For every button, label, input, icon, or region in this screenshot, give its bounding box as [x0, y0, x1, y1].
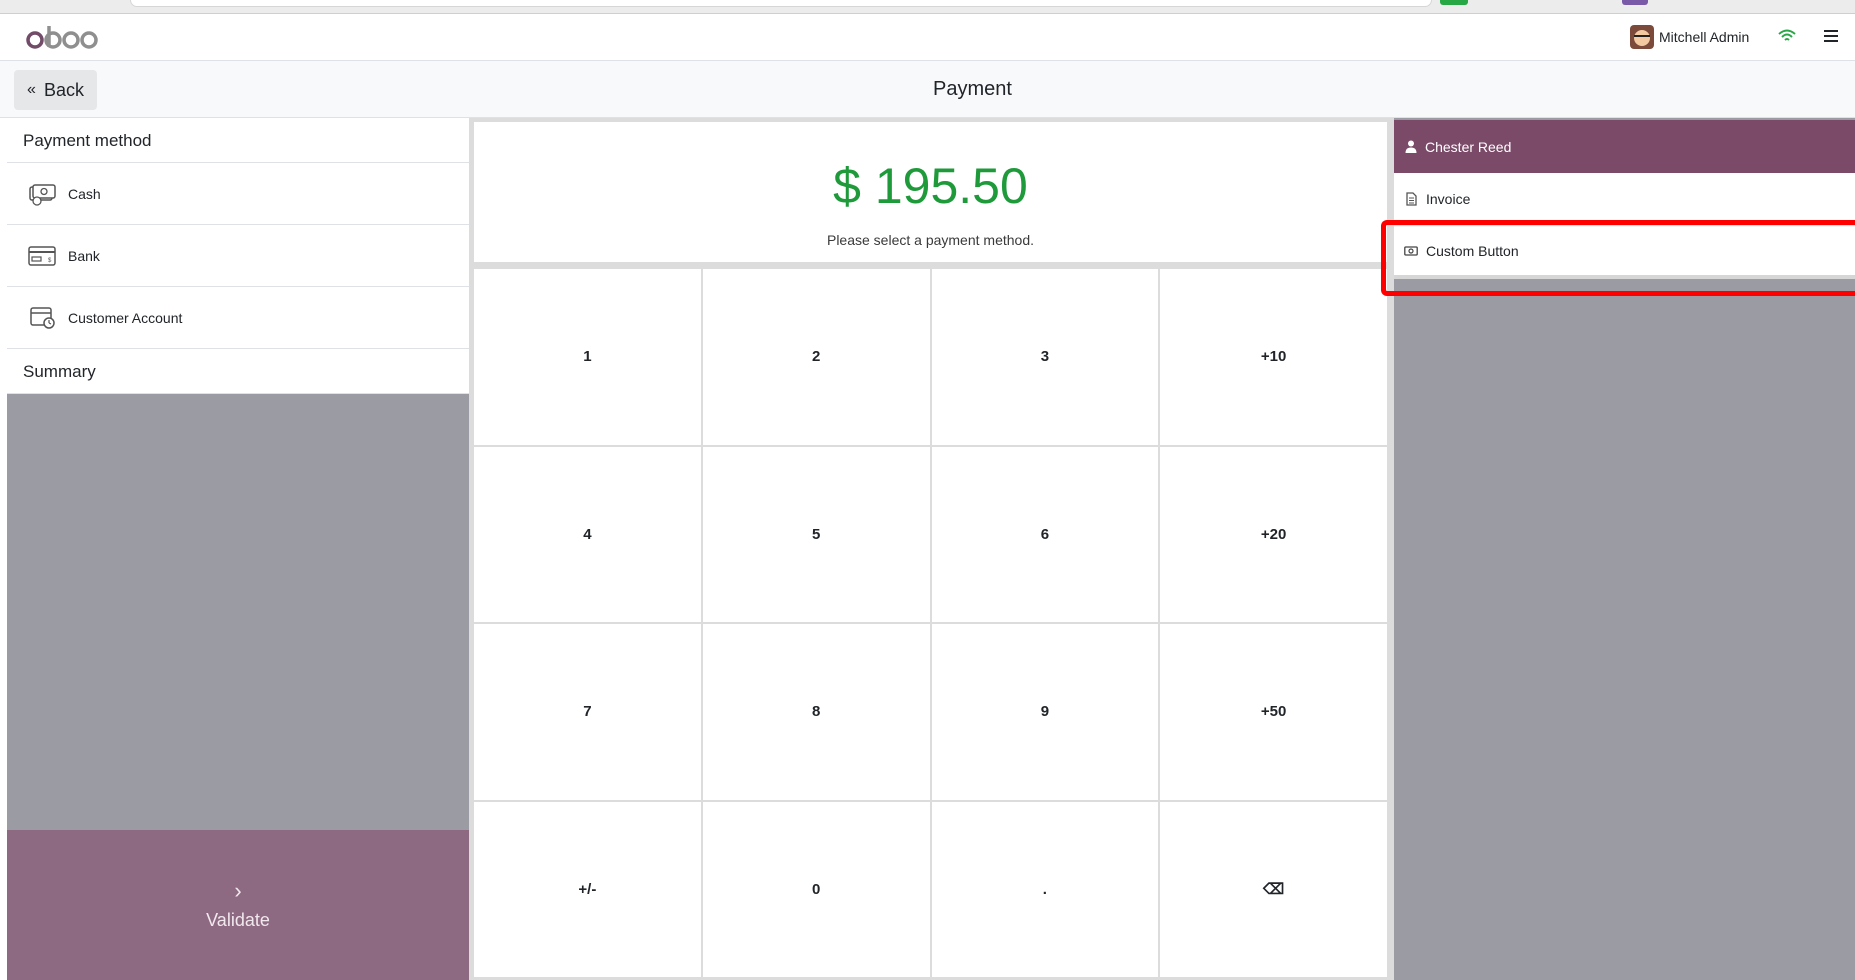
highlight-annotation-box	[1381, 220, 1855, 296]
payment-hint: Please select a payment method.	[826, 232, 1034, 248]
double-chevron-left-icon: «	[27, 81, 36, 98]
payment-method-cash[interactable]: Cash	[7, 163, 469, 225]
bank-card-icon: $	[28, 245, 56, 266]
cash-icon	[29, 183, 56, 206]
amount-display: $ 195.50 Please select a payment method.	[474, 122, 1387, 262]
payment-methods-panel: Payment method Cash $ Bank Customer Acco…	[7, 118, 469, 980]
backspace-key-icon[interactable]: ⌫	[1160, 801, 1387, 977]
invoice-label: Invoice	[1426, 191, 1471, 207]
numpad-key-0[interactable]: 0	[702, 801, 930, 977]
validate-button[interactable]: › Validate	[7, 830, 469, 980]
browser-address-bar	[130, 0, 1432, 7]
numpad-key-9[interactable]: 9	[931, 624, 1159, 800]
customer-name: Chester Reed	[1425, 138, 1512, 155]
numpad-key-plus-20[interactable]: +20	[1160, 446, 1387, 622]
payment-center-panel: $ 195.50 Please select a payment method.…	[469, 118, 1394, 980]
user-icon	[1405, 140, 1417, 153]
numpad-key-8[interactable]: 8	[702, 624, 930, 800]
numpad-key-3[interactable]: 3	[931, 269, 1159, 445]
document-icon	[1406, 192, 1417, 206]
numpad-key-plus-minus[interactable]: +/-	[474, 801, 701, 977]
payment-method-bank[interactable]: $ Bank	[7, 225, 469, 287]
avatar	[1630, 25, 1654, 49]
user-menu[interactable]: Mitchell Admin	[1630, 24, 1749, 50]
user-name: Mitchell Admin	[1659, 29, 1750, 45]
invoice-button[interactable]: Invoice	[1394, 173, 1855, 226]
svg-text:$: $	[48, 258, 52, 264]
back-button[interactable]: « Back	[14, 70, 97, 110]
numpad-key-4[interactable]: 4	[474, 446, 701, 622]
numpad: 1 2 3 +10 4 5 6 +20 7 8 9 +50 +/- 0 . ⌫	[474, 269, 1387, 977]
chevron-right-icon: ›	[234, 877, 242, 903]
summary-header: Summary	[7, 349, 469, 394]
numpad-key-5[interactable]: 5	[702, 446, 930, 622]
payment-method-label: Bank	[68, 247, 100, 264]
payment-method-header: Payment method	[7, 118, 469, 163]
hamburger-menu-icon[interactable]	[1824, 30, 1838, 44]
numpad-key-plus-50[interactable]: +50	[1160, 624, 1387, 800]
validate-label: Validate	[206, 909, 270, 930]
payment-method-label: Cash	[68, 185, 101, 202]
numpad-key-6[interactable]: 6	[931, 446, 1159, 622]
odoo-logo	[26, 22, 102, 52]
payment-method-customer-account[interactable]: Customer Account	[7, 287, 469, 349]
numpad-key-plus-10[interactable]: +10	[1160, 269, 1387, 445]
numpad-key-1[interactable]: 1	[474, 269, 701, 445]
top-navbar: Mitchell Admin	[0, 14, 1855, 61]
customer-button[interactable]: Chester Reed	[1394, 120, 1855, 173]
numpad-key-2[interactable]: 2	[702, 269, 930, 445]
back-button-label: Back	[43, 79, 84, 100]
wifi-icon[interactable]	[1778, 28, 1796, 44]
customer-account-icon	[30, 306, 55, 329]
page-title: Payment	[933, 78, 1012, 100]
control-bar: « Back Payment	[0, 61, 1855, 118]
total-amount: $ 195.50	[833, 158, 1028, 214]
payment-method-label: Customer Account	[68, 309, 183, 326]
browser-extension-icon	[1622, 0, 1648, 5]
numpad-key-7[interactable]: 7	[474, 624, 701, 800]
numpad-key-decimal[interactable]: .	[931, 801, 1159, 977]
browser-toolbar-remnant	[0, 0, 1855, 14]
browser-extension-icon	[1440, 0, 1468, 5]
